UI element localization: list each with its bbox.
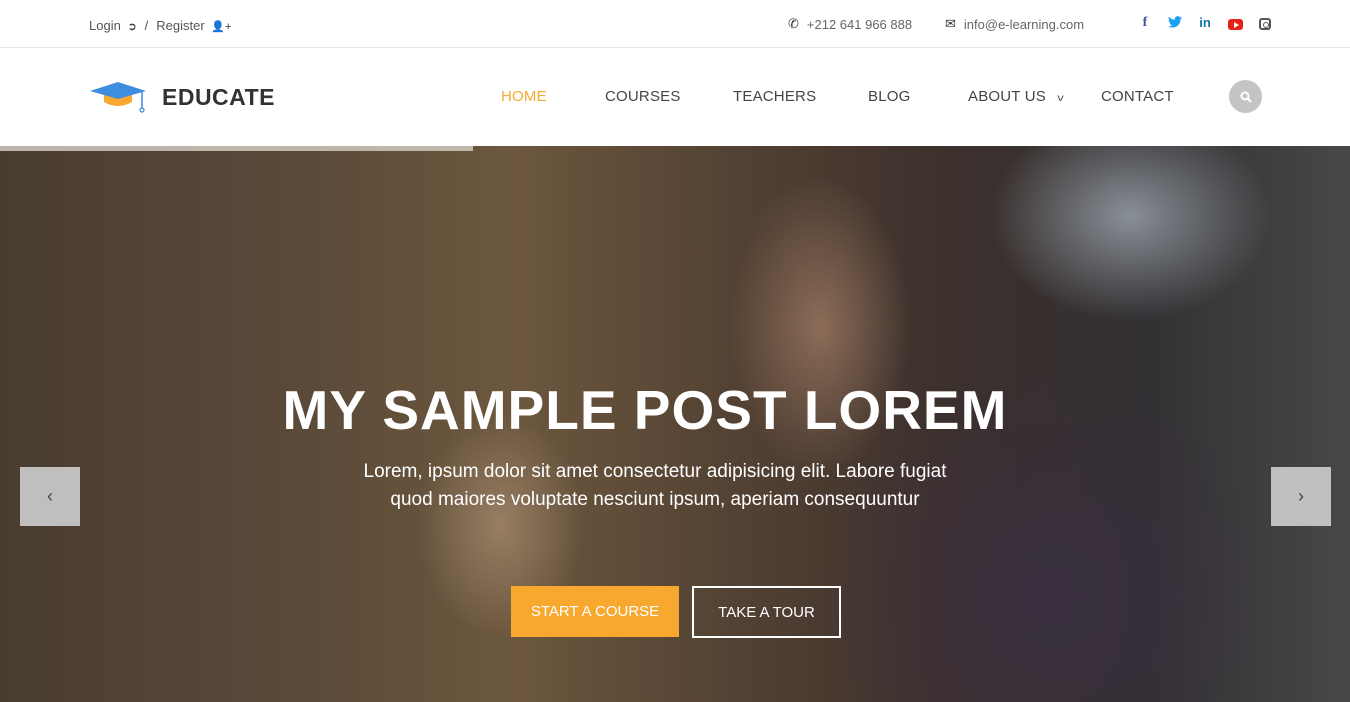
graduation-cap-icon — [90, 82, 146, 113]
main-navbar: EDUCATE HOME COURSES TEACHERS BLOG ABOUT… — [0, 48, 1350, 146]
login-label: Login — [89, 18, 121, 33]
brand-logo[interactable]: EDUCATE — [90, 80, 275, 114]
slider-next-button[interactable]: › — [1271, 467, 1331, 526]
hero-title: MY SAMPLE POST LOREM — [282, 379, 1008, 441]
chevron-down-icon: v — [1057, 93, 1064, 104]
auth-links: Login ➲ / Register 👤+ — [89, 18, 231, 33]
facebook-icon[interactable]: f — [1130, 15, 1160, 31]
top-bar: Login ➲ / Register 👤+ ✆ +212 641 966 888… — [0, 0, 1350, 48]
sign-in-icon: ➲ — [127, 21, 137, 33]
contact-phone: ✆ +212 641 966 888 — [788, 16, 912, 32]
nav-item-contact[interactable]: CONTACT — [1101, 88, 1174, 105]
hero-top-strip — [0, 146, 473, 151]
hero-subtitle-line-2: quod maiores voluptate nesciunt ipsum, a… — [390, 489, 920, 510]
social-links: f in — [1130, 15, 1280, 31]
envelope-icon: ✉ — [945, 16, 956, 31]
register-label: Register — [156, 18, 205, 33]
nav-item-teachers[interactable]: TEACHERS — [733, 88, 816, 105]
nav-item-courses[interactable]: COURSES — [605, 88, 681, 105]
youtube-icon[interactable] — [1220, 15, 1250, 31]
user-plus-icon: 👤+ — [211, 21, 232, 33]
hero-subtitle: Lorem, ipsum dolor sit amet consectetur … — [0, 458, 1310, 514]
nav-item-blog[interactable]: BLOG — [868, 88, 910, 105]
register-link[interactable]: Register 👤+ — [156, 18, 231, 33]
hero-slider: MY SAMPLE POST LOREM Lorem, ipsum dolor … — [0, 146, 1350, 702]
chevron-right-icon: › — [1298, 486, 1304, 506]
about-us-label: ABOUT US — [968, 88, 1047, 105]
auth-separator: / — [144, 18, 149, 33]
nav-item-about-us[interactable]: ABOUT US v — [968, 88, 1064, 105]
start-course-button[interactable]: START A COURSE — [511, 586, 679, 637]
twitter-icon[interactable] — [1160, 15, 1190, 31]
instagram-icon[interactable] — [1250, 15, 1280, 31]
take-tour-button[interactable]: TAKE A TOUR — [692, 586, 841, 638]
contact-email[interactable]: ✉ info@e-learning.com — [945, 16, 1084, 32]
email-address: info@e-learning.com — [963, 16, 1085, 32]
search-button[interactable] — [1229, 80, 1262, 113]
search-icon — [1240, 91, 1252, 103]
login-link[interactable]: Login ➲ — [89, 18, 137, 33]
chevron-left-icon: ‹ — [47, 486, 53, 506]
nav-item-home[interactable]: HOME — [501, 88, 547, 105]
slider-prev-button[interactable]: ‹ — [20, 467, 80, 526]
linkedin-icon[interactable]: in — [1190, 15, 1220, 31]
phone-number: +212 641 966 888 — [806, 16, 913, 32]
brand-name: EDUCATE — [162, 83, 275, 110]
phone-icon: ✆ — [788, 16, 799, 31]
hero-subtitle-line-1: Lorem, ipsum dolor sit amet consectetur … — [363, 461, 947, 482]
